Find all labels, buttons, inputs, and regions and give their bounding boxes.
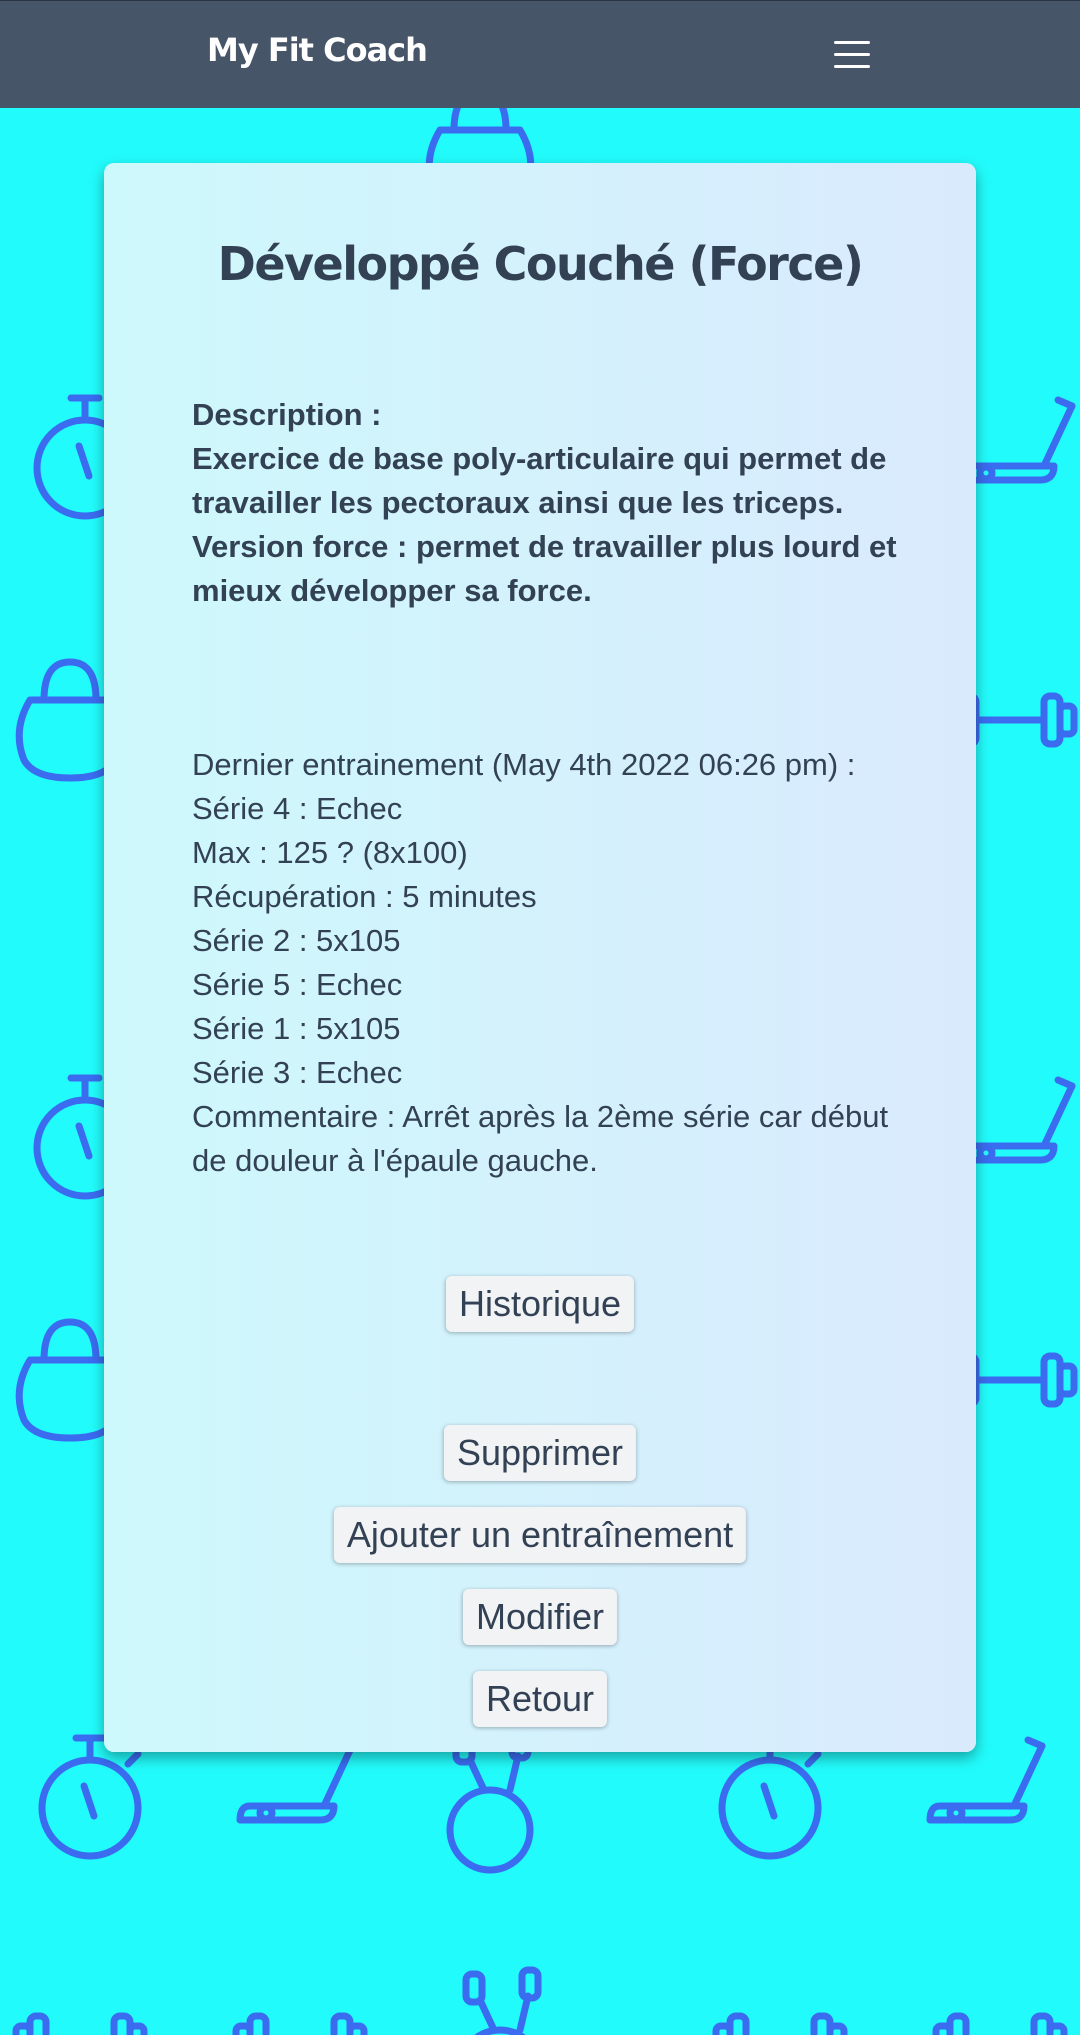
history-button[interactable]: Historique [445, 1276, 635, 1332]
training-line: Max : 125 ? (8x100) [192, 835, 468, 870]
bench-icon [956, 1076, 1076, 1164]
exercise-description: Description : Exercice de base poly-arti… [192, 393, 912, 613]
training-line: Série 5 : Echec [192, 967, 403, 1002]
dumbbell-icon [12, 2012, 148, 2035]
bench-icon [236, 1736, 356, 1824]
hamburger-menu-icon[interactable] [824, 29, 880, 79]
training-line: Série 2 : 5x105 [192, 923, 401, 958]
edit-button[interactable]: Modifier [462, 1589, 618, 1645]
training-line: Récupération : 5 minutes [192, 879, 537, 914]
last-training-details: Dernier entrainement (May 4th 2022 06:26… [192, 743, 912, 1183]
bench-icon [926, 1736, 1046, 1824]
last-training-heading: Dernier entrainement (May 4th 2022 06:26… [192, 747, 856, 782]
training-comment: Commentaire : Arrêt après la 2ème série … [192, 1099, 889, 1178]
brand-logo[interactable]: My Fit Coach [207, 31, 428, 69]
description-line: Version force : permet de travailler plu… [192, 529, 897, 608]
description-line: Exercice de base poly-articulaire qui pe… [192, 441, 887, 520]
exercise-card: Développé Couché (Force) Description : E… [104, 163, 976, 1752]
training-line: Série 3 : Echec [192, 1055, 403, 1090]
jump-rope-icon [462, 1966, 542, 2035]
exercise-title: Développé Couché (Force) [217, 237, 864, 291]
navbar: My Fit Coach [0, 0, 1080, 108]
training-line: Série 1 : 5x105 [192, 1011, 401, 1046]
stopwatch-icon [38, 1734, 142, 1860]
description-label: Description : [192, 397, 382, 432]
delete-button[interactable]: Supprimer [443, 1425, 637, 1481]
dumbbell-icon [932, 2012, 1068, 2035]
back-button[interactable]: Retour [472, 1671, 608, 1727]
bench-icon [956, 396, 1076, 484]
stopwatch-icon [718, 1734, 822, 1860]
dumbbell-icon [232, 2012, 368, 2035]
training-line: Série 4 : Echec [192, 791, 403, 826]
dumbbell-icon [712, 2012, 848, 2035]
add-training-button[interactable]: Ajouter un entraînement [333, 1507, 747, 1563]
